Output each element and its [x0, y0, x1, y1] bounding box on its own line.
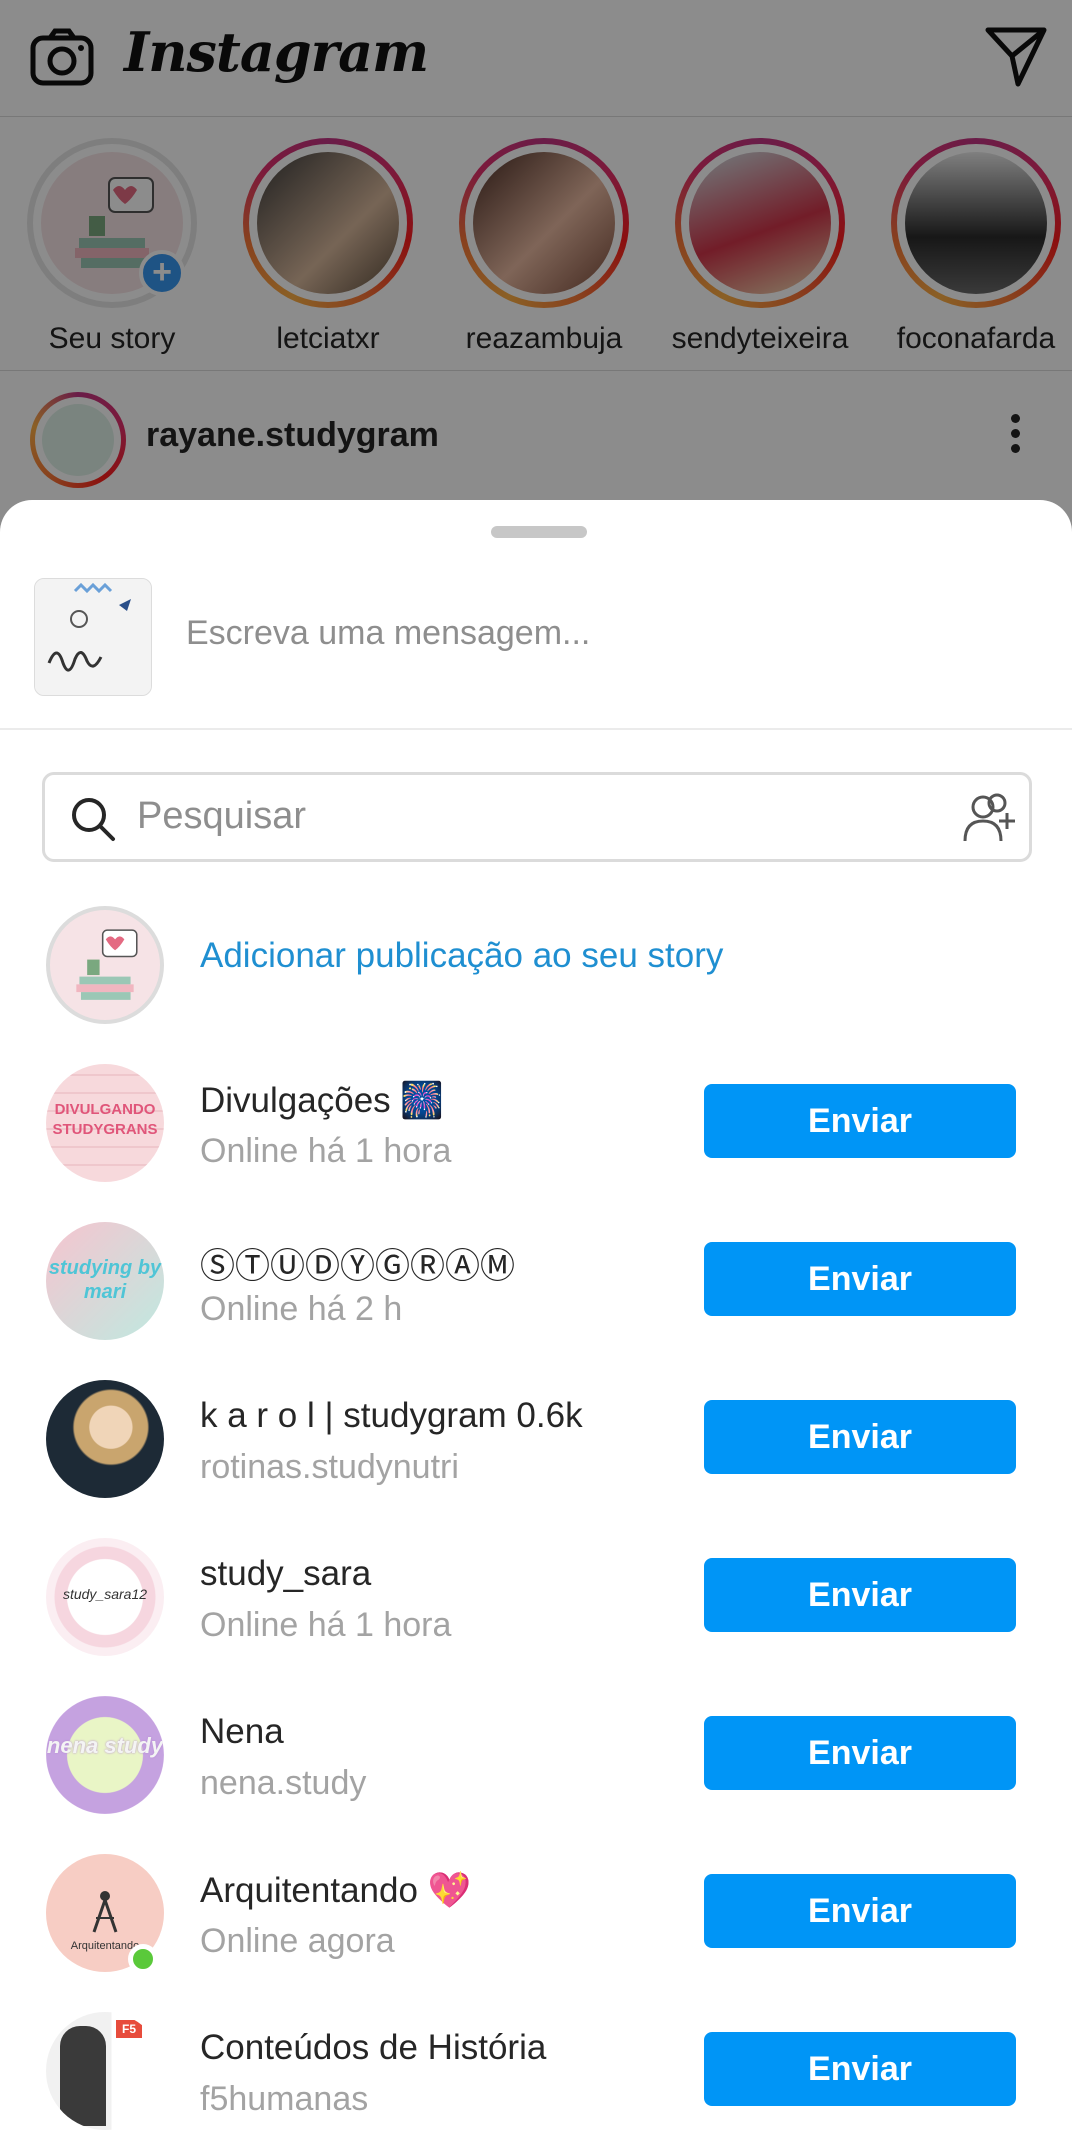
recipient-status: Online há 2 h	[200, 1290, 403, 1328]
add-to-story-label[interactable]: Adicionar publicação ao seu story	[200, 936, 723, 976]
online-indicator	[128, 1944, 158, 1974]
recipient-name: Conteúdos de História	[200, 2028, 547, 2067]
recipient-status: Online há 1 hora	[200, 1606, 452, 1644]
add-to-story-row[interactable]: Adicionar publicação ao seu story	[0, 892, 1072, 1042]
avatar-text: studying by mari	[48, 1257, 162, 1303]
recipient-row: studying by mari ⓈⓉⓊⒹⓎⒼⓇⒶⓂ Online há 2 h…	[0, 1208, 1072, 1358]
recipient-avatar: studying by mari	[46, 1222, 164, 1340]
post-thumbnail	[34, 578, 152, 696]
recipient-row: F5 Conteúdos de História f5humanas Envia…	[0, 1998, 1072, 2148]
recipient-row: k a r o l | studygram 0.6k rotinas.study…	[0, 1366, 1072, 1516]
recipient-status: nena.study	[200, 1764, 367, 1802]
recipient-status: Online agora	[200, 1922, 395, 1960]
send-button[interactable]: Enviar	[704, 1400, 1016, 1474]
send-button[interactable]: Enviar	[704, 1242, 1016, 1316]
recipient-row: study_sara12 study_sara Online há 1 hora…	[0, 1524, 1072, 1674]
share-sheet: Escreva uma mensagem... Pesquisar Adicio…	[0, 500, 1072, 2130]
portrait-shape	[60, 2026, 106, 2126]
send-button[interactable]: Enviar	[704, 1084, 1016, 1158]
recipient-avatar: F5	[46, 2012, 164, 2130]
message-input[interactable]: Escreva uma mensagem...	[186, 614, 1006, 653]
recipient-name: Arquitentando 💖	[200, 1871, 472, 1910]
recipient-name: Divulgações 🎆	[200, 1081, 444, 1120]
recipient-name: k a r o l | studygram 0.6k	[200, 1396, 583, 1435]
avatar-text: study_sara12	[62, 1586, 148, 1602]
story-avatar	[46, 906, 164, 1024]
search-field[interactable]: Pesquisar	[42, 772, 1032, 862]
recipient-row: DIVULGANDO STUDYGRANS Divulgações 🎆 Onli…	[0, 1050, 1072, 1200]
recipient-avatar: DIVULGANDO STUDYGRANS	[46, 1064, 164, 1182]
search-icon	[72, 798, 115, 841]
recipient-avatar: nena study	[46, 1696, 164, 1814]
send-button[interactable]: Enviar	[704, 1716, 1016, 1790]
avatar-text: nena study	[46, 1733, 164, 1758]
send-button[interactable]: Enviar	[704, 2032, 1016, 2106]
recipient-name: ⓈⓉⓊⒹⓎⒼⓇⒶⓂ	[200, 1247, 516, 1286]
recipient-name: study_sara	[200, 1554, 372, 1593]
recipient-row: nena study Nena nena.study Enviar	[0, 1682, 1072, 1832]
recipient-avatar: study_sara12	[46, 1538, 164, 1656]
add-people-icon[interactable]	[959, 791, 1019, 845]
send-button[interactable]: Enviar	[704, 1874, 1016, 1948]
avatar-text: DIVULGANDO STUDYGRANS	[52, 1101, 158, 1138]
recipient-row: Arquitentando Arquitentando 💖 Online ago…	[0, 1840, 1072, 1990]
send-button[interactable]: Enviar	[704, 1558, 1016, 1632]
recipient-name: Nena	[200, 1712, 284, 1751]
avatar-text: F5	[116, 2020, 142, 2038]
message-composer: Escreva uma mensagem...	[0, 500, 1072, 730]
recipient-status: Online há 1 hora	[200, 1132, 452, 1170]
search-input[interactable]: Pesquisar	[137, 795, 306, 838]
recipient-status: f5humanas	[200, 2080, 369, 2118]
recipient-status: rotinas.studynutri	[200, 1448, 459, 1486]
recipient-avatar	[46, 1380, 164, 1498]
